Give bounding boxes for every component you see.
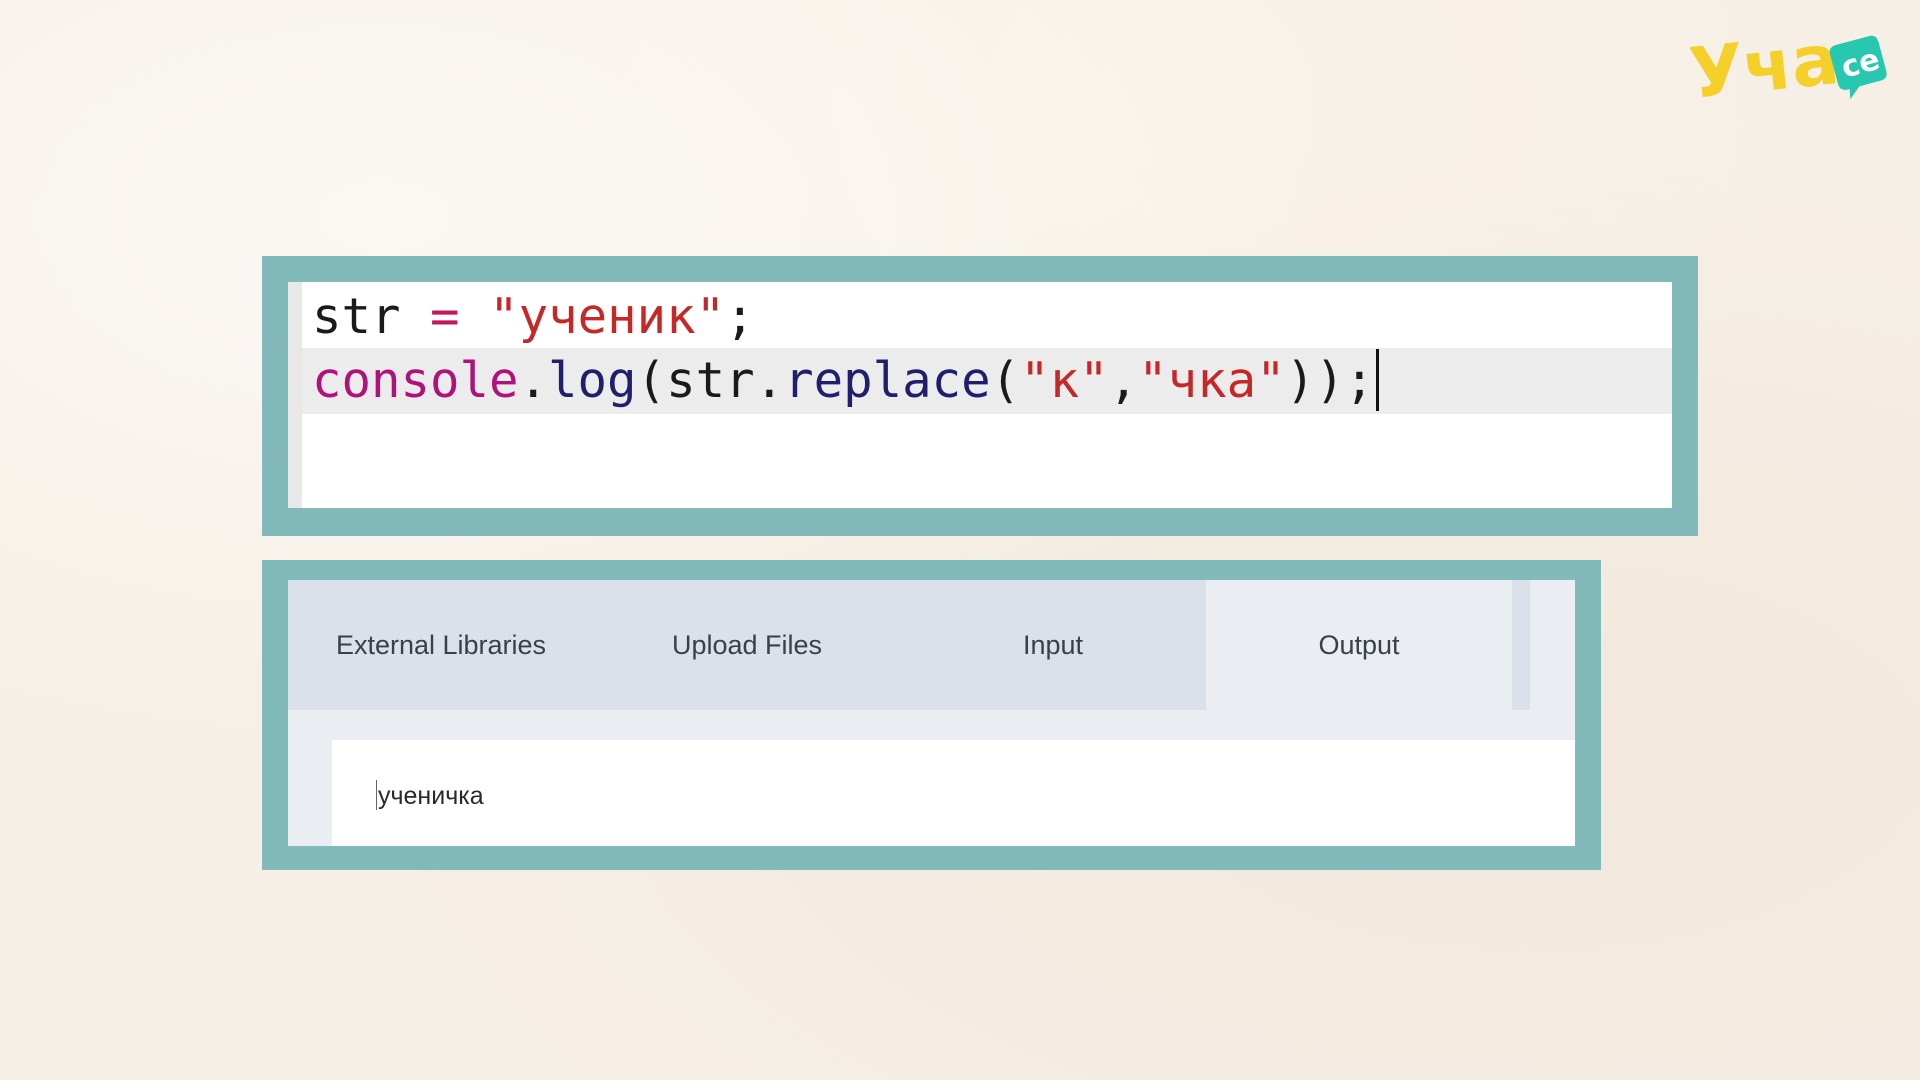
code-token-close: )); [1285, 352, 1375, 409]
code-line-1[interactable]: str = "ученик"; [302, 284, 1672, 350]
output-area[interactable]: ученичка [332, 740, 1575, 846]
logo-text: Уча [1690, 22, 1843, 112]
code-gutter [288, 282, 302, 508]
output-text: ученичка [378, 782, 484, 810]
code-token-operator: = [430, 288, 460, 345]
io-panel: External Libraries Upload Files Input Ou… [262, 560, 1601, 870]
code-token-arg-method: replace [784, 352, 991, 409]
code-token-ident: str [312, 288, 401, 345]
tab-upload-files[interactable]: Upload Files [594, 580, 900, 710]
code-token-string-a: "к" [1020, 352, 1109, 409]
code-token-paren: ( [636, 352, 667, 409]
text-cursor [1376, 348, 1380, 411]
code-token-string: "ученик" [489, 288, 726, 345]
tab-output[interactable]: Output [1206, 580, 1512, 710]
code-line-2[interactable]: console.log(str.replace("к","чка")); [302, 348, 1672, 414]
output-caret [376, 780, 377, 810]
code-editor[interactable]: str = "ученик"; console.log(str.replace(… [288, 282, 1672, 508]
code-token-dot: . [518, 352, 549, 409]
code-token-comma: , [1108, 352, 1139, 409]
code-token-semicolon: ; [725, 288, 755, 345]
code-token-paren: ( [990, 352, 1021, 409]
io-panel-inner: External Libraries Upload Files Input Ou… [288, 580, 1575, 846]
tabs-edge [1512, 580, 1530, 710]
tab-external-libraries[interactable]: External Libraries [288, 580, 594, 710]
code-token-object: console [312, 352, 519, 409]
io-tabs: External Libraries Upload Files Input Ou… [288, 580, 1575, 710]
tab-input[interactable]: Input [900, 580, 1206, 710]
code-token-string-b: "чка" [1138, 352, 1286, 409]
code-token-method: log [548, 352, 637, 409]
logo-graphic: Уча се [1690, 22, 1887, 112]
code-token-arg-object: str [666, 352, 755, 409]
code-token-dot: . [754, 352, 785, 409]
code-panel: str = "ученик"; console.log(str.replace(… [262, 256, 1698, 536]
brand-logo: Уча се [1690, 22, 1900, 112]
